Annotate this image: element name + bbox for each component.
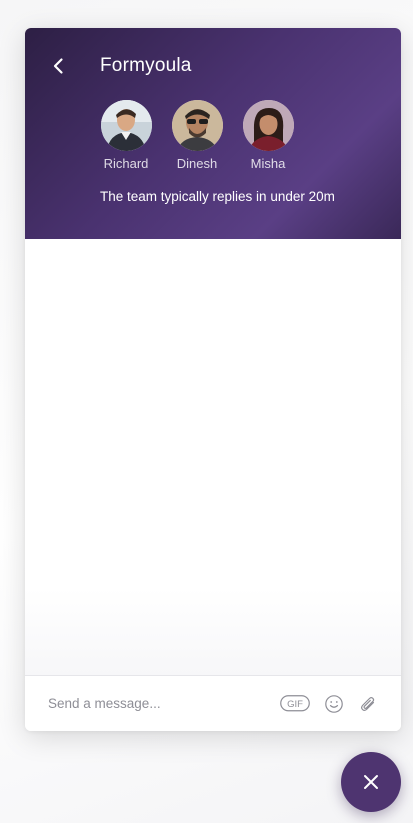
gif-label: GIF (287, 699, 303, 710)
gif-button[interactable]: GIF (280, 694, 310, 712)
team-avatars: Richard Dinesh Misha (100, 100, 313, 171)
messenger-header: Formyoula Richard Dinesh Misha The team … (25, 28, 401, 239)
avatar (100, 100, 152, 151)
paperclip-icon (361, 697, 375, 711)
agent-richard: Richard (100, 100, 152, 171)
smiley-icon (325, 695, 343, 713)
messenger-window: Formyoula Richard Dinesh Misha The team … (25, 28, 401, 731)
message-input[interactable] (48, 693, 268, 713)
chevron-left-icon (53, 58, 63, 74)
avatar (242, 100, 294, 151)
attach-button[interactable] (358, 694, 378, 714)
message-composer: GIF (25, 675, 401, 731)
emoji-button[interactable] (324, 694, 344, 714)
agent-misha: Misha (242, 100, 294, 171)
agent-dinesh: Dinesh (171, 100, 223, 171)
back-button[interactable] (47, 54, 71, 78)
agent-name: Dinesh (176, 156, 218, 171)
gif-icon: GIF (280, 695, 310, 712)
avatar (171, 100, 223, 151)
team-name: Formyoula (100, 55, 192, 76)
agent-name: Misha (250, 156, 286, 171)
agent-name: Richard (103, 156, 149, 171)
conversation-area[interactable] (25, 239, 401, 675)
close-icon (364, 775, 378, 789)
reply-time-notice: The team typically replies in under 20m (100, 189, 335, 204)
messenger-close-launcher[interactable] (341, 752, 401, 812)
